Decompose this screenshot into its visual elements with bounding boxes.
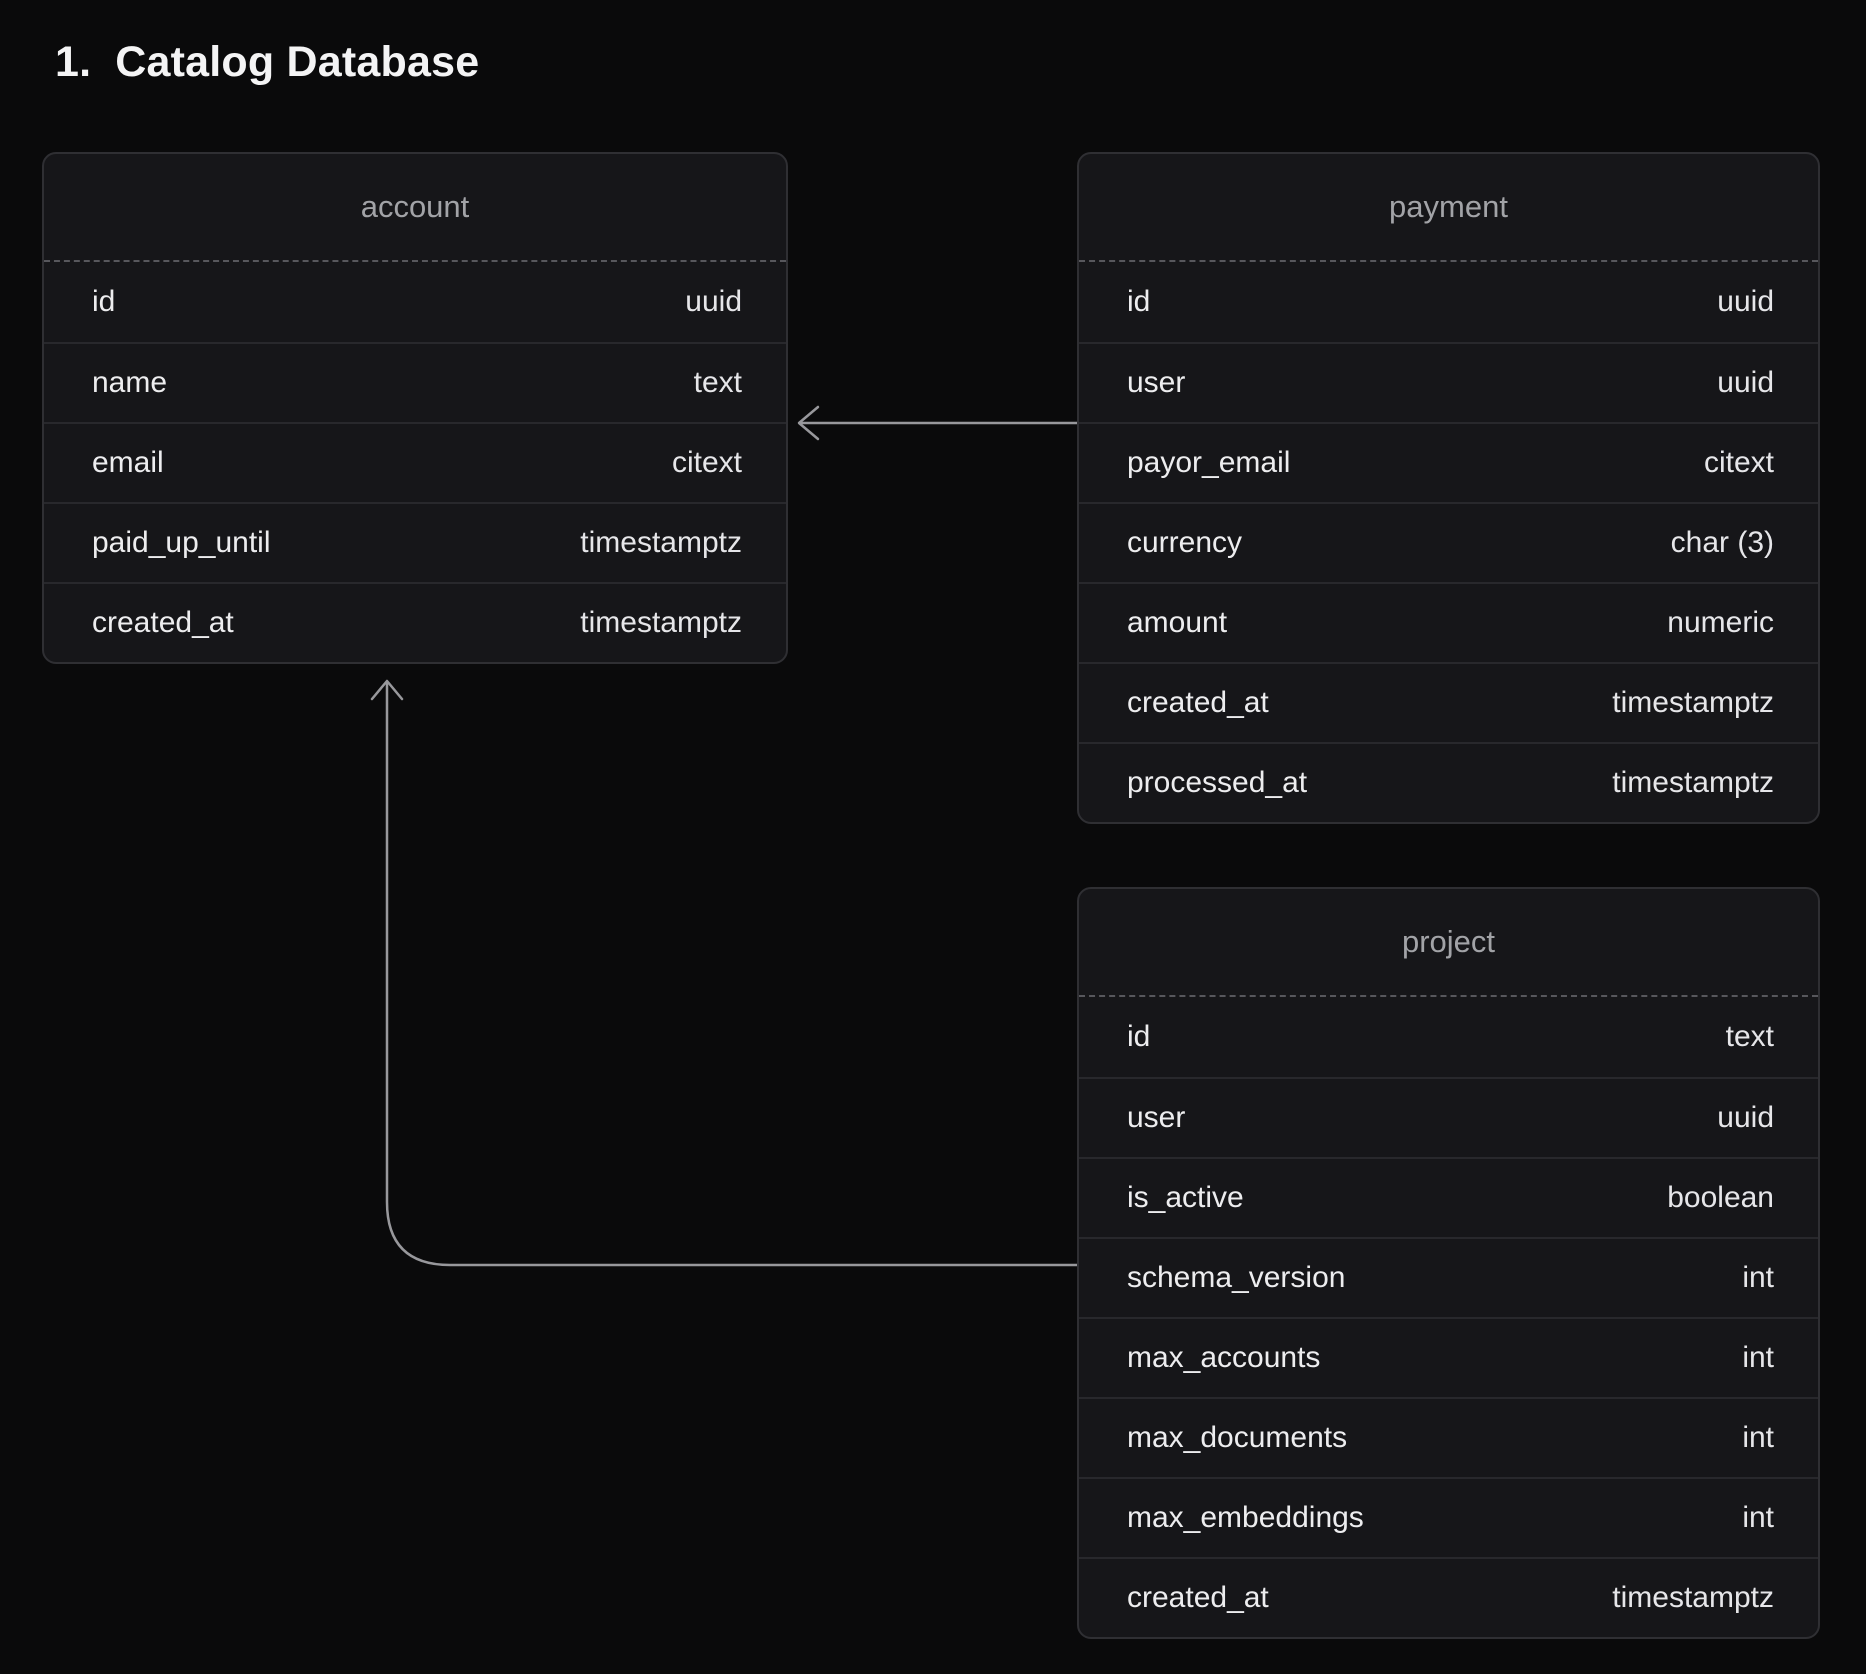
table-row-payment-processed_at: processed_at timestamptz	[1079, 742, 1818, 822]
table-row-account-id: id uuid	[44, 262, 786, 342]
table-row-project-is_active: is_active boolean	[1079, 1157, 1818, 1237]
field-type: int	[1742, 1501, 1774, 1535]
field-name: name	[92, 366, 167, 400]
table-title: project	[1402, 924, 1495, 960]
field-name: max_documents	[1127, 1421, 1347, 1455]
field-name: created_at	[92, 606, 234, 640]
diagram-canvas: 1. Catalog Database account id uuid name tex…	[0, 0, 1866, 1674]
field-type: int	[1742, 1421, 1774, 1455]
field-name: user	[1127, 366, 1185, 400]
field-name: id	[92, 285, 115, 319]
field-type: timestamptz	[1612, 1581, 1774, 1615]
table-payment[interactable]: payment id uuid user uuid payor_email citext cu…	[1077, 152, 1820, 824]
field-name: max_accounts	[1127, 1341, 1320, 1375]
field-name: created_at	[1127, 686, 1269, 720]
field-type: timestamptz	[1612, 686, 1774, 720]
field-type: citext	[1704, 446, 1774, 480]
field-type: numeric	[1667, 606, 1774, 640]
table-row-account-paid_up_until: paid_up_until timestamptz	[44, 502, 786, 582]
field-name: amount	[1127, 606, 1227, 640]
field-type: uuid	[685, 285, 742, 319]
field-name: id	[1127, 1020, 1150, 1054]
field-type: boolean	[1667, 1181, 1774, 1215]
table-header-payment[interactable]: payment	[1079, 154, 1818, 262]
connector-line	[387, 684, 1077, 1265]
field-name: schema_version	[1127, 1261, 1345, 1295]
field-type: int	[1742, 1341, 1774, 1375]
field-name: currency	[1127, 526, 1242, 560]
field-name: user	[1127, 1101, 1185, 1135]
field-type: timestamptz	[1612, 766, 1774, 800]
table-row-project-user: user uuid	[1079, 1077, 1818, 1157]
table-title: payment	[1389, 189, 1508, 225]
table-row-payment-currency: currency char (3)	[1079, 502, 1818, 582]
field-name: processed_at	[1127, 766, 1307, 800]
table-row-payment-id: id uuid	[1079, 262, 1818, 342]
table-row-payment-payor_email: payor_email citext	[1079, 422, 1818, 502]
field-type: char (3)	[1671, 526, 1774, 560]
table-row-project-max_embeddings: max_embeddings int	[1079, 1477, 1818, 1557]
table-row-account-name: name text	[44, 342, 786, 422]
field-type: timestamptz	[580, 526, 742, 560]
field-name: paid_up_until	[92, 526, 271, 560]
field-type: text	[694, 366, 742, 400]
field-name: is_active	[1127, 1181, 1244, 1215]
field-name: created_at	[1127, 1581, 1269, 1615]
field-type: uuid	[1717, 285, 1774, 319]
page-title: 1. Catalog Database	[55, 38, 479, 87]
table-header-project[interactable]: project	[1079, 889, 1818, 997]
field-name: email	[92, 446, 164, 480]
table-header-account[interactable]: account	[44, 154, 786, 262]
table-row-project-max_accounts: max_accounts int	[1079, 1317, 1818, 1397]
field-type: text	[1726, 1020, 1774, 1054]
table-row-account-email: email citext	[44, 422, 786, 502]
table-row-project-id: id text	[1079, 997, 1818, 1077]
field-type: int	[1742, 1261, 1774, 1295]
arrowhead-left-icon	[799, 407, 818, 439]
table-row-project-created_at: created_at timestamptz	[1079, 1557, 1818, 1637]
page-title-text: Catalog Database	[115, 38, 479, 87]
table-row-payment-user: user uuid	[1079, 342, 1818, 422]
page-title-number: 1.	[55, 38, 91, 87]
table-row-project-schema_version: schema_version int	[1079, 1237, 1818, 1317]
table-row-project-max_documents: max_documents int	[1079, 1397, 1818, 1477]
table-row-payment-amount: amount numeric	[1079, 582, 1818, 662]
relationship-project-to-account-arrow	[372, 681, 1077, 1265]
table-account[interactable]: account id uuid name text email citext paid_up_…	[42, 152, 788, 664]
field-type: timestamptz	[580, 606, 742, 640]
field-type: uuid	[1717, 366, 1774, 400]
field-type: citext	[672, 446, 742, 480]
field-name: id	[1127, 285, 1150, 319]
table-project[interactable]: project id text user uuid is_active boolean sch…	[1077, 887, 1820, 1639]
field-name: max_embeddings	[1127, 1501, 1364, 1535]
field-name: payor_email	[1127, 446, 1290, 480]
table-row-payment-created_at: created_at timestamptz	[1079, 662, 1818, 742]
field-type: uuid	[1717, 1101, 1774, 1135]
table-title: account	[361, 189, 470, 225]
relationship-payment-user-to-account-arrow	[799, 407, 1077, 439]
arrowhead-up-icon	[372, 681, 402, 699]
table-row-account-created_at: created_at timestamptz	[44, 582, 786, 662]
